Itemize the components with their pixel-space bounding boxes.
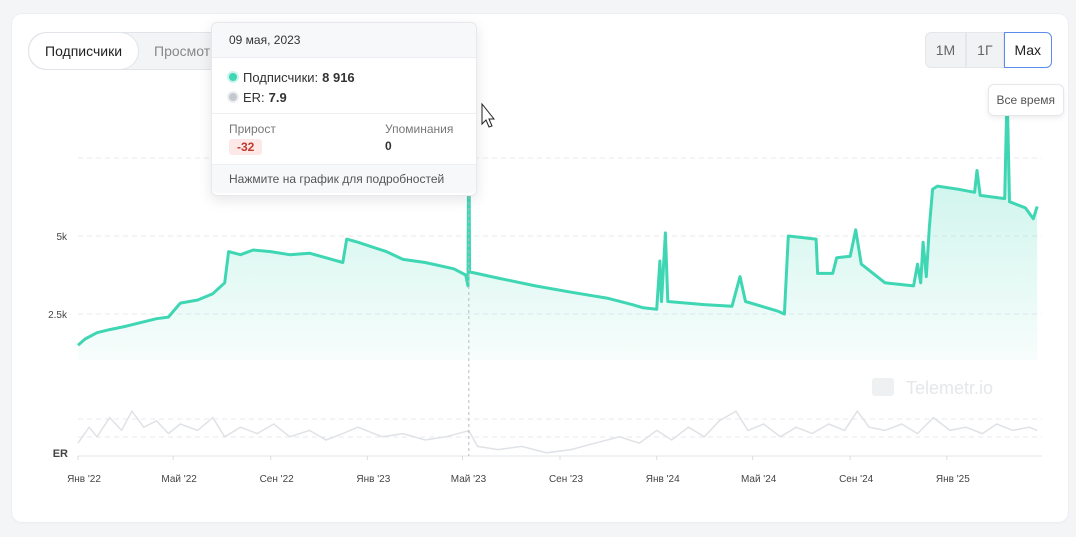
x-axis-ticks: Янв '22 Май '22 Сен '22 Янв '23 Май '23 Сен '… bbox=[67, 456, 970, 485]
y-tick-label: 5k bbox=[56, 232, 68, 243]
x-tick-label: Сен '24 bbox=[839, 474, 874, 485]
x-tick-label: Янв '23 bbox=[356, 474, 390, 485]
watermark: Telemetr.io bbox=[872, 378, 993, 398]
tooltip-er-value: 7.9 bbox=[268, 89, 287, 105]
x-tick-label: Май '23 bbox=[451, 474, 487, 485]
series-dot-icon bbox=[229, 73, 237, 81]
mouse-cursor-icon bbox=[481, 102, 496, 128]
tooltip-stats: Прирост -32 Упоминания 0 bbox=[212, 114, 476, 165]
chart-svg[interactable]: 5k 2.5k ER Янв '22 Май '22 Сен '22 Янв '23 Май… bbox=[0, 0, 1076, 537]
tooltip-date: 09 мая, 2023 bbox=[212, 23, 476, 58]
range-hint-tooltip: Все время bbox=[987, 84, 1064, 116]
x-tick-label: Сен '23 bbox=[549, 474, 584, 485]
tooltip-subscribers-label: Подписчики: bbox=[243, 69, 319, 85]
x-tick-label: Сен '22 bbox=[260, 474, 295, 485]
x-tick-label: Янв '25 bbox=[936, 474, 970, 485]
x-tick-label: Май '24 bbox=[741, 474, 777, 485]
mentions-value: 0 bbox=[385, 139, 392, 153]
range-max-button[interactable]: Max bbox=[1003, 32, 1052, 68]
series-dot-icon bbox=[229, 93, 237, 101]
mentions-label: Упоминания bbox=[385, 122, 454, 136]
y-tick-label: 2.5k bbox=[48, 310, 68, 321]
y-axis-ticks: 5k 2.5k ER bbox=[48, 232, 68, 460]
tooltip-subscribers-value: 8 916 bbox=[322, 69, 355, 85]
growth-label: Прирост bbox=[229, 122, 276, 136]
data-tooltip: 09 мая, 2023 Подписчики: 8 916 ER: 7.9 П… bbox=[211, 22, 477, 196]
growth-value: -32 bbox=[229, 139, 263, 155]
range-1y-button[interactable]: 1Г bbox=[966, 32, 1004, 68]
tooltip-mentions: Упоминания 0 bbox=[385, 122, 459, 164]
range-selector: 1М 1Г Max bbox=[924, 32, 1052, 68]
tooltip-row-subscribers: Подписчики: 8 916 bbox=[229, 67, 459, 87]
x-tick-label: Май '22 bbox=[161, 474, 197, 485]
tooltip-footer: Нажмите на график для подробностей bbox=[212, 165, 476, 193]
er-axis-label: ER bbox=[53, 448, 68, 460]
tooltip-er-label: ER: bbox=[243, 89, 265, 105]
tooltip-row-er: ER: 7.9 bbox=[229, 87, 459, 107]
x-tick-label: Янв '24 bbox=[646, 474, 680, 485]
er-series-line bbox=[77, 409, 1038, 454]
x-tick-label: Янв '22 bbox=[67, 474, 101, 485]
tab-subscribers[interactable]: Подписчики bbox=[29, 33, 139, 69]
tooltip-growth: Прирост -32 bbox=[229, 122, 276, 164]
tooltip-series: Подписчики: 8 916 ER: 7.9 bbox=[212, 58, 476, 114]
watermark-text: Telemetr.io bbox=[906, 378, 993, 398]
range-1m-button[interactable]: 1М bbox=[924, 32, 967, 68]
